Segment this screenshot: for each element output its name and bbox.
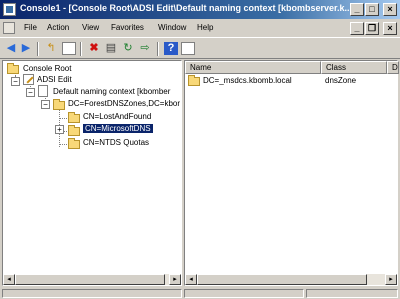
folder-icon bbox=[68, 138, 80, 149]
column-header-name[interactable]: Name bbox=[185, 61, 321, 74]
column-header-dn[interactable]: D bbox=[387, 61, 399, 74]
adsi-edit-icon bbox=[23, 74, 34, 85]
scroll-thumb[interactable] bbox=[197, 274, 367, 285]
properties-icon[interactable]: ▤ bbox=[104, 42, 118, 55]
tree-item-forest-dns-zones[interactable]: DC=ForestDNSZones,DC=kbor bbox=[68, 99, 180, 108]
collapse-toggle[interactable]: − bbox=[11, 77, 20, 86]
scroll-right-button[interactable]: ▸ bbox=[385, 274, 397, 285]
menu-file[interactable]: File bbox=[24, 23, 37, 32]
minimize-button[interactable]: _ bbox=[350, 3, 364, 16]
status-cell-3 bbox=[306, 289, 398, 298]
inner-restore-button[interactable]: ❐ bbox=[365, 22, 379, 35]
folder-icon bbox=[53, 99, 65, 110]
list-pane[interactable]: Name Class D DC=_msdcs.kbomb.local dnsZo… bbox=[184, 60, 399, 286]
list-item-class: dnsZone bbox=[325, 76, 357, 85]
title-bar[interactable]: Console1 - [Console Root\ADSI Edit\Defau… bbox=[0, 0, 400, 19]
menu-bar: File Action View Favorites Window Help _… bbox=[0, 19, 400, 37]
help-icon[interactable]: ? bbox=[164, 42, 178, 55]
list-item[interactable]: DC=_msdcs.kbomb.local dnsZone bbox=[185, 75, 397, 86]
menu-favorites[interactable]: Favorites bbox=[111, 23, 144, 32]
forward-icon[interactable]: ▶ bbox=[19, 42, 33, 55]
folder-icon bbox=[188, 75, 200, 86]
collapse-toggle[interactable]: − bbox=[26, 88, 35, 97]
status-bar bbox=[0, 288, 400, 299]
inner-close-button[interactable]: × bbox=[383, 22, 397, 35]
inner-minimize-button[interactable]: _ bbox=[350, 22, 364, 35]
column-header-class[interactable]: Class bbox=[321, 61, 387, 74]
toolbar-separator bbox=[80, 42, 82, 56]
scroll-left-button[interactable]: ◂ bbox=[3, 274, 15, 285]
scroll-left-button[interactable]: ◂ bbox=[185, 274, 197, 285]
menu-window[interactable]: Window bbox=[158, 23, 186, 32]
menu-view[interactable]: View bbox=[82, 23, 99, 32]
window-title: Console1 - [Console Root\ADSI Edit\Defau… bbox=[20, 3, 353, 13]
child-window-icon[interactable] bbox=[3, 22, 15, 34]
mmc-app-icon[interactable] bbox=[3, 3, 16, 16]
menu-help[interactable]: Help bbox=[197, 23, 213, 32]
tree-item-microsoft-dns[interactable]: CN=MicrosoftDNS bbox=[83, 124, 153, 133]
tree-item-adsi-edit[interactable]: ADSI Edit bbox=[37, 75, 72, 84]
tree-line bbox=[59, 118, 67, 119]
mmc-icon[interactable] bbox=[181, 42, 195, 55]
delete-icon[interactable]: ✖ bbox=[87, 42, 101, 55]
tree-item-lost-and-found[interactable]: CN=LostAndFound bbox=[83, 112, 151, 121]
tree-horizontal-scrollbar[interactable]: ◂ ▸ bbox=[3, 273, 181, 285]
tree-item-ntds-quotas[interactable]: CN=NTDS Quotas bbox=[83, 138, 149, 147]
status-cell-2 bbox=[184, 289, 304, 298]
expand-toggle[interactable]: + bbox=[55, 125, 64, 134]
tree-line bbox=[59, 144, 67, 145]
show-hide-tree-icon[interactable] bbox=[62, 42, 76, 55]
status-cell-1 bbox=[2, 289, 182, 298]
tree-item-default-naming-context[interactable]: Default naming context [kbomber bbox=[53, 87, 170, 96]
scroll-thumb[interactable] bbox=[15, 274, 165, 285]
toolbar-separator bbox=[157, 42, 159, 56]
back-icon[interactable]: ◀ bbox=[4, 42, 18, 55]
list-horizontal-scrollbar[interactable]: ◂ ▸ bbox=[185, 273, 397, 285]
tree-pane[interactable]: Console Root − ADSI Edit − Default namin… bbox=[2, 60, 182, 286]
refresh-icon[interactable]: ↻ bbox=[121, 42, 135, 55]
scroll-right-button[interactable]: ▸ bbox=[169, 274, 181, 285]
toolbar: ◀ ▶ ↰ ✖ ▤ ↻ ⇨ ? bbox=[0, 37, 400, 59]
folder-icon bbox=[68, 112, 80, 123]
folder-icon bbox=[68, 125, 80, 136]
export-icon[interactable]: ⇨ bbox=[138, 42, 152, 55]
folder-icon bbox=[7, 63, 19, 74]
menu-action[interactable]: Action bbox=[47, 23, 69, 32]
list-item-name: DC=_msdcs.kbomb.local bbox=[203, 76, 292, 85]
collapse-toggle[interactable]: − bbox=[41, 100, 50, 109]
up-icon[interactable]: ↰ bbox=[44, 42, 58, 55]
close-button[interactable]: × bbox=[383, 3, 397, 16]
maximize-button[interactable]: □ bbox=[365, 3, 379, 16]
naming-context-icon bbox=[38, 85, 48, 97]
toolbar-separator bbox=[37, 42, 39, 56]
tree-item-console-root[interactable]: Console Root bbox=[23, 64, 71, 73]
